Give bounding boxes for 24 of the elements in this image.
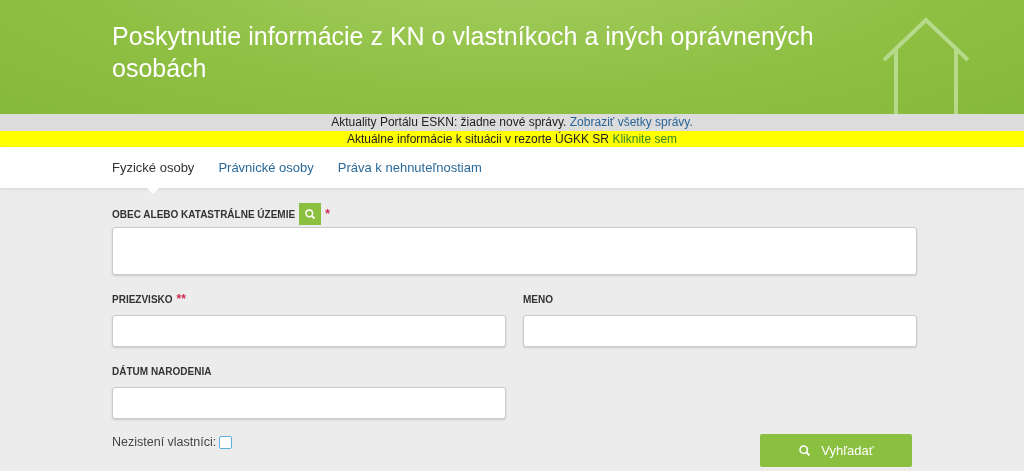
notice-text: Aktuality Portálu ESKN: žiadne nové správy. (331, 115, 568, 129)
notice-text: Aktuálne informácie k situácii v rezorte ÚGKK SR (346, 132, 611, 146)
page-title: Poskytnutie informácie z KN o vlastníkoch a iných oprávnených osobách (112, 21, 815, 84)
required-mark: * (325, 207, 330, 221)
search-icon (798, 444, 812, 457)
input-field[interactable] (112, 387, 506, 419)
input-field[interactable] (523, 315, 917, 347)
house-outline-icon (880, 16, 972, 114)
checkbox-label: Nezistení vlastníci: (112, 435, 217, 449)
field-label: MENO (523, 293, 553, 305)
search-button[interactable] (299, 203, 322, 225)
field-label: PRIEZVISKO (112, 293, 173, 305)
notice-link[interactable]: Zobraziť všetky správy. (569, 115, 693, 129)
tab[interactable]: Fyzické osoby (112, 147, 195, 194)
field-label: OBEC ALEBO KATASTRÁLNE ÚZEMIE (112, 208, 296, 220)
required-mark: ** (176, 292, 186, 306)
field-label: DÁTUM NARODENIA (112, 365, 212, 377)
tab[interactable]: Právnické osoby (218, 147, 314, 194)
search-icon (304, 208, 317, 220)
notice-link[interactable]: Kliknite sem (612, 132, 678, 146)
input-field[interactable] (112, 227, 917, 275)
tab[interactable]: Práva k nehnuteľnostiam (337, 147, 482, 194)
checkbox[interactable] (219, 435, 233, 449)
input-field[interactable] (112, 315, 506, 347)
